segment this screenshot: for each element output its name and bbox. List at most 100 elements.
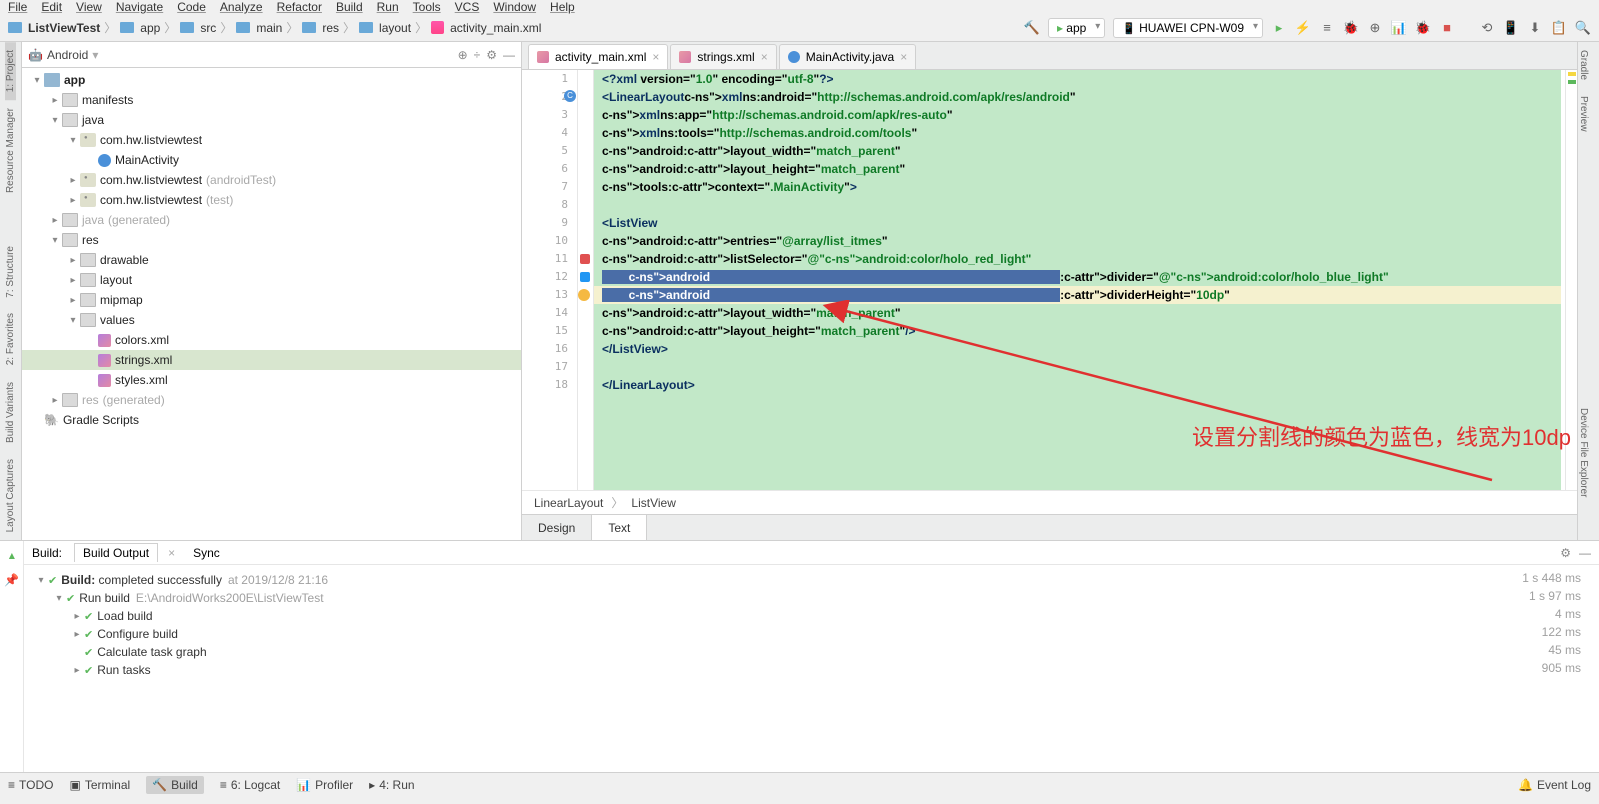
build-output-tab[interactable]: Build Output xyxy=(74,543,158,562)
collapse-icon[interactable]: ÷ xyxy=(474,48,481,62)
scroll-from-source-icon[interactable]: ⊕ xyxy=(458,48,468,62)
tree-item[interactable]: ▾res xyxy=(22,230,521,250)
pin-icon[interactable]: 📌 xyxy=(4,573,19,587)
terminal-button[interactable]: ▣ Terminal xyxy=(69,778,130,792)
rail-favorites[interactable]: 2: Favorites xyxy=(5,305,16,373)
hide-panel-icon[interactable]: — xyxy=(503,48,515,62)
editor-tab[interactable]: MainActivity.java× xyxy=(779,44,917,69)
build-button[interactable]: 🔨 Build xyxy=(146,776,204,794)
crumb-listview[interactable]: ListView xyxy=(631,496,675,510)
build-row[interactable]: ▸✔Load build xyxy=(34,607,1589,625)
apply-changes-icon[interactable]: ⚡ xyxy=(1295,20,1311,36)
editor-body[interactable]: 123456789101112131415161718C <?xml versi… xyxy=(522,70,1577,490)
rail-structure[interactable]: 7: Structure xyxy=(5,238,16,306)
event-log-button[interactable]: 🔔 Event Log xyxy=(1518,778,1591,792)
bc-src[interactable]: src xyxy=(200,21,216,35)
bc-project[interactable]: ListViewTest xyxy=(28,21,100,35)
tree-item[interactable]: ▾com.hw.listviewtest xyxy=(22,130,521,150)
menu-edit[interactable]: Edit xyxy=(41,0,62,14)
class-gutter-icon[interactable]: C xyxy=(564,90,576,102)
editor-tab[interactable]: strings.xml× xyxy=(670,44,776,69)
coverage-icon[interactable]: ⊕ xyxy=(1367,20,1383,36)
run-tool-button[interactable]: ▸ 4: Run xyxy=(369,778,414,792)
tree-item[interactable]: ▸drawable xyxy=(22,250,521,270)
color-swatch-icon[interactable] xyxy=(580,254,590,264)
menu-run[interactable]: Run xyxy=(377,0,399,14)
tree-item[interactable]: strings.xml xyxy=(22,350,521,370)
rail-gradle[interactable]: Gradle xyxy=(1578,42,1589,88)
bc-res[interactable]: res xyxy=(322,21,339,35)
profile-icon[interactable]: 📊 xyxy=(1391,20,1407,36)
apply-code-icon[interactable]: ≡ xyxy=(1319,20,1335,36)
tree-item[interactable]: styles.xml xyxy=(22,370,521,390)
menu-view[interactable]: View xyxy=(76,0,102,14)
gear-icon[interactable]: ⚙ xyxy=(1560,546,1571,560)
tree-item[interactable]: ▸manifests xyxy=(22,90,521,110)
close-icon[interactable]: × xyxy=(652,50,659,64)
tree-item[interactable]: ▸res(generated) xyxy=(22,390,521,410)
menu-window[interactable]: Window xyxy=(493,0,536,14)
bc-layout[interactable]: layout xyxy=(379,21,411,35)
sync-tab[interactable]: Sync xyxy=(183,544,230,562)
tree-item[interactable]: ▾values xyxy=(22,310,521,330)
build-row[interactable]: ▸✔Run tasks xyxy=(34,661,1589,679)
editor-tab[interactable]: activity_main.xml× xyxy=(528,44,668,69)
tree-item[interactable]: ▸com.hw.listviewtest(test) xyxy=(22,190,521,210)
menu-analyze[interactable]: Analyze xyxy=(220,0,263,14)
profiler-button[interactable]: 📊 Profiler xyxy=(296,778,353,792)
rerun-icon[interactable]: ▸ xyxy=(5,553,19,559)
menu-help[interactable]: Help xyxy=(550,0,575,14)
rail-project[interactable]: 1: Project xyxy=(5,42,16,100)
stop-icon[interactable]: ■ xyxy=(1439,20,1455,36)
panel-title[interactable]: Android xyxy=(47,48,88,62)
attach-debugger-icon[interactable]: 🐞 xyxy=(1415,20,1431,36)
design-tab[interactable]: Design xyxy=(522,515,592,540)
logcat-button[interactable]: ≡ 6: Logcat xyxy=(220,778,280,792)
menu-file[interactable]: File xyxy=(8,0,27,14)
tree-item[interactable]: ▾java xyxy=(22,110,521,130)
build-row[interactable]: ✔Calculate task graph xyxy=(34,643,1589,661)
project-tree[interactable]: ▾app▸manifests▾java▾com.hw.listviewtestM… xyxy=(22,68,521,540)
color-swatch-icon[interactable] xyxy=(580,272,590,282)
tree-item[interactable]: ▾app xyxy=(22,70,521,90)
tree-item[interactable]: 🐘Gradle Scripts xyxy=(22,410,521,430)
sync-icon[interactable]: ⟲ xyxy=(1479,20,1495,36)
menu-tools[interactable]: Tools xyxy=(413,0,441,14)
todo-button[interactable]: ≡ TODO xyxy=(8,778,53,792)
text-tab[interactable]: Text xyxy=(592,515,647,540)
bc-file[interactable]: activity_main.xml xyxy=(450,21,541,35)
minimize-icon[interactable]: — xyxy=(1579,546,1591,560)
tree-item[interactable]: ▸layout xyxy=(22,270,521,290)
warning-gutter-icon[interactable] xyxy=(578,289,590,301)
bc-main[interactable]: main xyxy=(256,21,282,35)
rail-build-variants[interactable]: Build Variants xyxy=(5,374,16,451)
build-row[interactable]: ▸✔Configure build xyxy=(34,625,1589,643)
debug-icon[interactable]: 🐞 xyxy=(1343,20,1359,36)
build-row[interactable]: ▾✔Build: completed successfullyat 2019/1… xyxy=(34,571,1589,589)
run-icon[interactable]: ▸ xyxy=(1271,20,1287,36)
tree-item[interactable]: ▸mipmap xyxy=(22,290,521,310)
tree-item[interactable]: ▸com.hw.listviewtest(androidTest) xyxy=(22,170,521,190)
tree-item[interactable]: MainActivity xyxy=(22,150,521,170)
avd-icon[interactable]: 📱 xyxy=(1503,20,1519,36)
search-icon[interactable]: 🔍 xyxy=(1575,20,1591,36)
menu-build[interactable]: Build xyxy=(336,0,363,14)
rail-resource-manager[interactable]: Resource Manager xyxy=(5,100,16,201)
close-icon[interactable]: × xyxy=(761,50,768,64)
crumb-linearlayout[interactable]: LinearLayout xyxy=(534,496,603,510)
rail-layout-captures[interactable]: Layout Captures xyxy=(5,451,16,540)
close-icon[interactable]: × xyxy=(900,50,907,64)
gear-icon[interactable]: ⚙ xyxy=(486,48,497,62)
menu-code[interactable]: Code xyxy=(177,0,206,14)
bc-app[interactable]: app xyxy=(140,21,160,35)
build-row[interactable]: ▾✔Run buildE:\AndroidWorks200E\ListViewT… xyxy=(34,589,1589,607)
rail-preview[interactable]: Preview xyxy=(1578,88,1589,140)
tree-item[interactable]: colors.xml xyxy=(22,330,521,350)
device-combo[interactable]: 📱 HUAWEI CPN-W09 xyxy=(1113,18,1263,38)
structure-icon[interactable]: 📋 xyxy=(1551,20,1567,36)
menu-refactor[interactable]: Refactor xyxy=(277,0,322,14)
menu-vcs[interactable]: VCS xyxy=(455,0,480,14)
hammer-icon[interactable]: 🔨 xyxy=(1024,20,1040,36)
sdk-icon[interactable]: ⬇ xyxy=(1527,20,1543,36)
tree-item[interactable]: ▸java(generated) xyxy=(22,210,521,230)
